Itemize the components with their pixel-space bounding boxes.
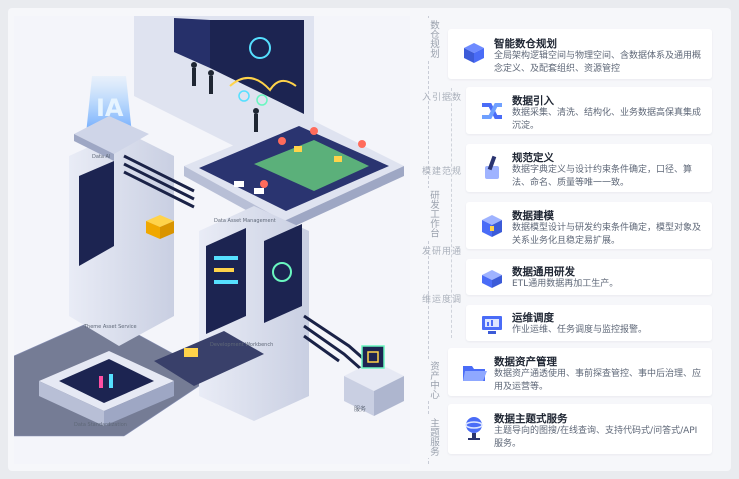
- card-warehouse-planning[interactable]: 智能数仓规划 全局架构逻辑空间与物理空间、含数据体系及通用概念定义、及配套组织、…: [448, 29, 712, 79]
- card-desc: 作业运维、任务调度与监控报警。: [512, 325, 648, 335]
- label-standardization: Data Standardization: [74, 422, 127, 428]
- sub-label-import: 数据引入: [420, 92, 460, 101]
- card-desc: 数据模型设计与研发约束条件确定，模型对象及关系业务化且稳定易扩展。: [512, 223, 702, 246]
- card-desc: 数据字典定义与设计约束条件确定，口径、算法、命名、质量等唯一一致。: [512, 165, 693, 188]
- card-title: 运维调度: [512, 312, 554, 324]
- rail-label-theme-service: 主题服务: [419, 416, 439, 458]
- stage-rail: 数仓规划 研发工作台 资产中心 主题服务: [416, 16, 442, 464]
- rail-label-asset-center: 资产中心: [419, 359, 439, 401]
- card-spec-definition[interactable]: 规范定义 数据字典定义与设计约束条件确定，口径、算法、命名、质量等唯一一致。: [466, 144, 712, 192]
- card-desc: 全局架构逻辑空间与物理空间、含数据体系及通用概念定义、及配套组织、资源管控: [494, 51, 702, 74]
- card-title: 智能数仓规划: [494, 38, 557, 50]
- sub-label-scheduling: 调度运维: [420, 294, 460, 303]
- card-title: 数据引入: [512, 95, 554, 107]
- card-ops-scheduling[interactable]: 运维调度 作业运维、任务调度与监控报警。: [466, 305, 712, 341]
- folder-icon: [463, 366, 487, 381]
- card-desc: 主题导向的图搜/在线查询、支持代码式/问答式/API服务。: [494, 426, 698, 449]
- globe-icon: [465, 417, 483, 440]
- isometric-platform-illustration: IA Data AI Data Asset Management Theme A…: [14, 16, 410, 464]
- label-data-ai: Data AI: [92, 154, 110, 160]
- cube-icon: [482, 215, 502, 237]
- label-service: 服务: [354, 405, 366, 413]
- card-desc: 数据资产通透使用、事前探查管控、事中后治理、应用及运营等。: [494, 369, 702, 392]
- card-general-dev[interactable]: 数据通用研发 ETL通用数据再加工生产。: [466, 259, 712, 295]
- label-workbench: Development Workbench: [210, 342, 273, 348]
- card-title: 规范定义: [512, 152, 554, 164]
- pen-cup-icon: [485, 155, 499, 179]
- card-theme-service[interactable]: 数据主题式服务 主题导向的图搜/在线查询、支持代码式/问答式/API服务。: [448, 404, 712, 454]
- rail-label-workbench: 研发工作台: [419, 188, 439, 240]
- card-title: 数据资产管理: [494, 356, 557, 368]
- card-title: 数据通用研发: [512, 266, 575, 278]
- sub-label-modeling: 规范建模: [420, 166, 460, 175]
- sub-label-general-dev: 通用研发: [420, 246, 460, 255]
- card-data-modeling[interactable]: 数据建模 数据模型设计与研发约束条件确定，模型对象及关系业务化且稳定易扩展。: [466, 202, 712, 249]
- shuffle-icon: [482, 103, 502, 119]
- label-theme-service: Theme Asset Service: [83, 324, 137, 330]
- card-desc: ETL通用数据再加工生产。: [512, 279, 619, 289]
- card-data-import[interactable]: 数据引入 数据采集、清洗、结构化、业务数据高保真集成沉淀。: [466, 87, 712, 134]
- label-asset-mgmt: Data Asset Management: [214, 218, 276, 224]
- card-asset-management[interactable]: 数据资产管理 数据资产通透使用、事前探查管控、事中后治理、应用及运营等。: [448, 348, 712, 396]
- monitor-icon: [482, 316, 502, 334]
- card-title: 数据主题式服务: [494, 413, 568, 425]
- platform-artwork: IA Data AI Data Asset Management Theme A…: [14, 16, 404, 437]
- card-desc: 数据采集、清洗、结构化、业务数据高保真集成沉淀。: [512, 108, 702, 131]
- card-title: 数据建模: [512, 210, 554, 222]
- rail-label-planning: 数仓规划: [419, 18, 439, 60]
- cube-stack-icon: [464, 43, 484, 63]
- server-icon: [482, 270, 502, 288]
